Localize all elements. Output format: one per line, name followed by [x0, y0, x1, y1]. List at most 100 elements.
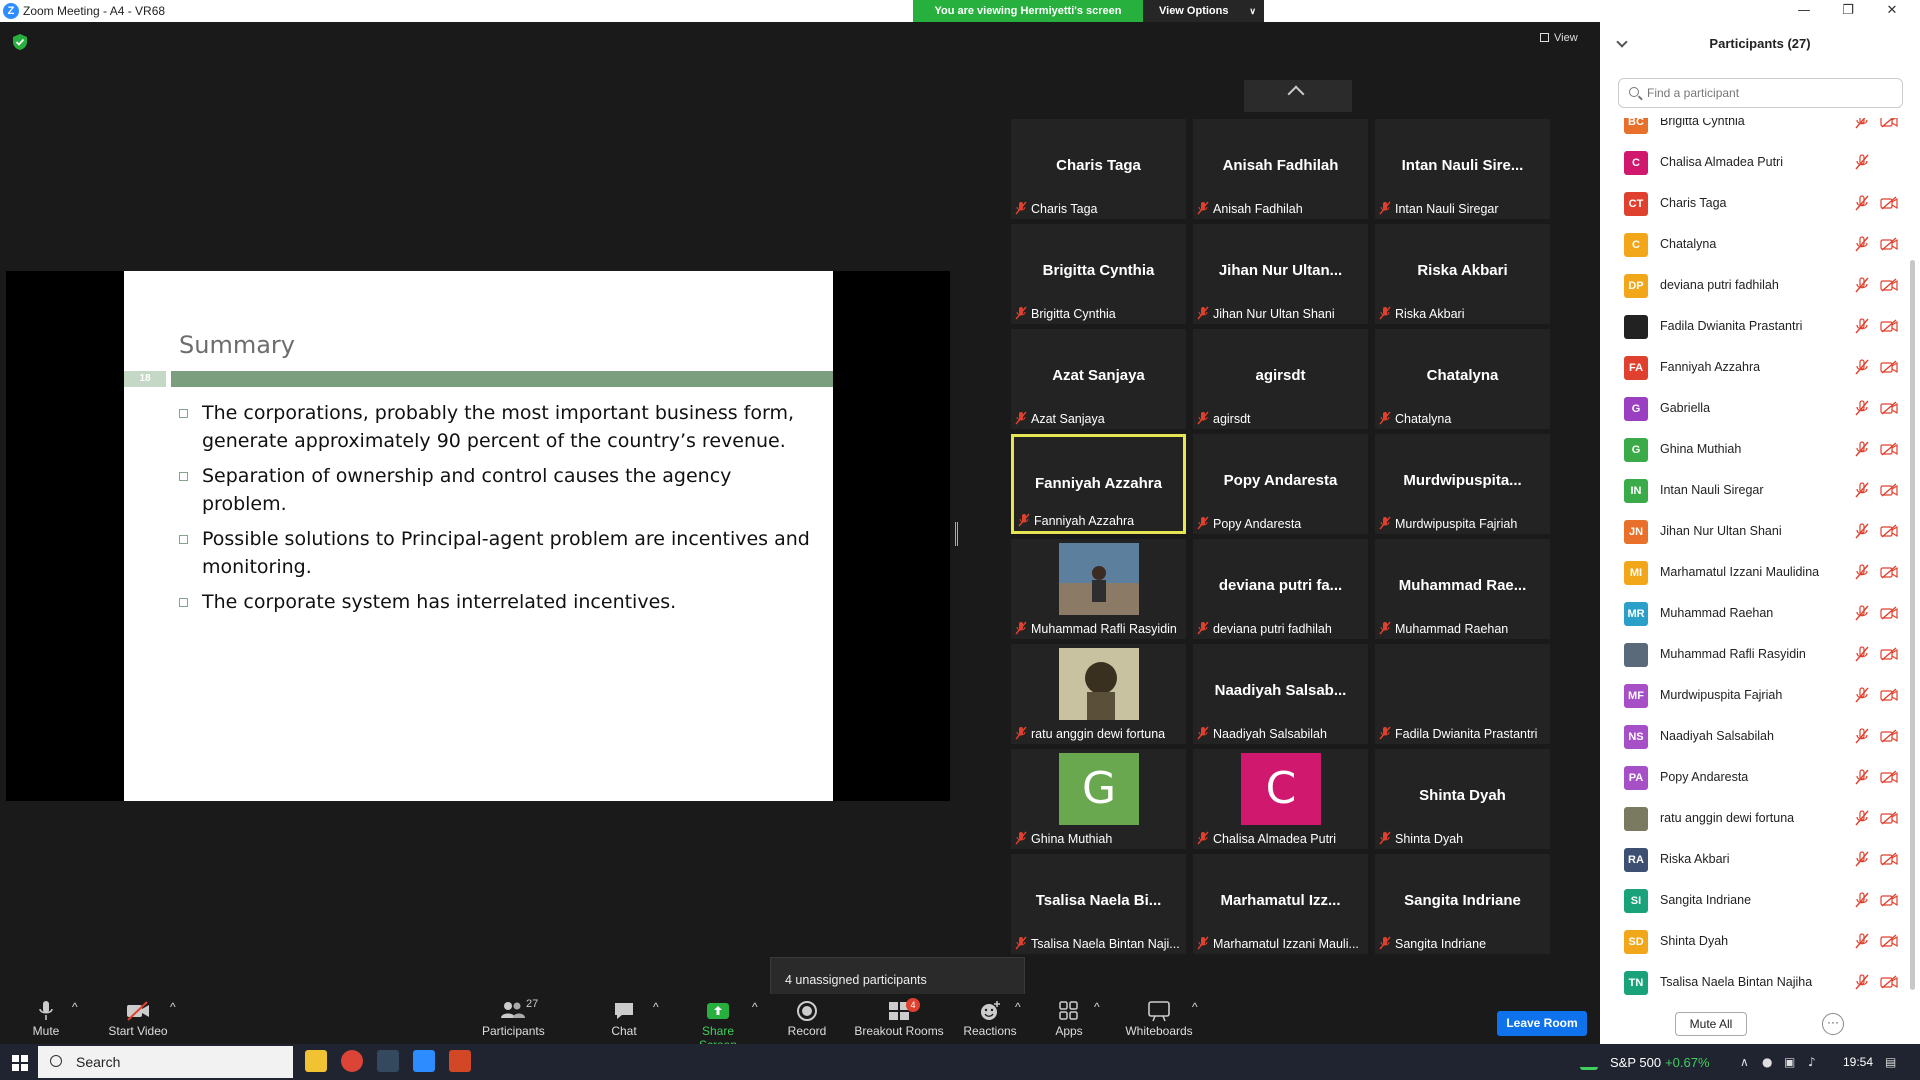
video-tile[interactable]: Murdwipuspita... Murdwipuspita Fajriah	[1375, 434, 1550, 534]
muted-mic-icon[interactable]	[1855, 118, 1869, 129]
stock-ticker[interactable]: S&P 500 +0.67%	[1610, 1055, 1710, 1070]
muted-mic-icon[interactable]	[1855, 523, 1869, 539]
video-tile[interactable]: Fadila Dwianita Prastantri	[1375, 644, 1550, 744]
video-off-icon[interactable]	[1880, 729, 1898, 743]
start-video-button[interactable]: Start Video	[106, 1000, 170, 1038]
video-off-icon[interactable]	[1880, 852, 1898, 866]
participant-row[interactable]: DP deviana putri fadhilah	[1600, 265, 1905, 306]
muted-mic-icon[interactable]	[1855, 687, 1869, 703]
participant-row[interactable]: JN Jihan Nur Ultan Shani	[1600, 511, 1905, 552]
muted-mic-icon[interactable]	[1855, 851, 1869, 867]
video-tile[interactable]: Popy Andaresta Popy Andaresta	[1193, 434, 1368, 534]
taskbar-search-box[interactable]: Search	[38, 1046, 293, 1078]
video-tile[interactable]: Muhammad Rafli Rasyidin	[1011, 539, 1186, 639]
muted-mic-icon[interactable]	[1855, 892, 1869, 908]
participant-search-input[interactable]: Find a participant	[1618, 78, 1903, 108]
participant-row[interactable]: SI Sangita Indriane	[1600, 880, 1905, 921]
record-button[interactable]: Record	[787, 1000, 827, 1038]
video-off-icon[interactable]	[1880, 319, 1898, 333]
leave-room-button[interactable]: Leave Room	[1497, 1011, 1587, 1036]
video-off-icon[interactable]	[1880, 975, 1898, 989]
close-button[interactable]: ✕	[1870, 1, 1914, 21]
video-off-icon[interactable]	[1880, 893, 1898, 907]
video-tile[interactable]: Azat Sanjaya Azat Sanjaya	[1011, 329, 1186, 429]
video-tile[interactable]: Shinta Dyah Shinta Dyah	[1375, 749, 1550, 849]
participant-row[interactable]: C Chalisa Almadea Putri	[1600, 142, 1905, 183]
muted-mic-icon[interactable]	[1855, 564, 1869, 580]
participant-row[interactable]: MR Muhammad Raehan	[1600, 593, 1905, 634]
video-off-icon[interactable]	[1880, 278, 1898, 292]
video-tile[interactable]: Brigitta Cynthia Brigitta Cynthia	[1011, 224, 1186, 324]
more-options-button[interactable]: ···	[1822, 1013, 1844, 1035]
participant-row[interactable]: MF Murdwipuspita Fajriah	[1600, 675, 1905, 716]
video-off-icon[interactable]	[1880, 934, 1898, 948]
muted-mic-icon[interactable]	[1855, 605, 1869, 621]
gallery-page-up-button[interactable]	[1244, 80, 1352, 112]
video-tile[interactable]: Fanniyah Azzahra Fanniyah Azzahra	[1011, 434, 1186, 534]
video-off-icon[interactable]	[1880, 565, 1898, 579]
muted-mic-icon[interactable]	[1855, 810, 1869, 826]
video-options-caret-icon[interactable]: ^	[170, 1000, 176, 1014]
muted-mic-icon[interactable]	[1855, 318, 1869, 334]
video-off-icon[interactable]	[1880, 196, 1898, 210]
participants-button[interactable]: 27 Participants	[482, 998, 545, 1038]
participant-row[interactable]: G Ghina Muthiah	[1600, 429, 1905, 470]
participant-row[interactable]: NS Naadiyah Salsabilah	[1600, 716, 1905, 757]
whiteboards-caret-icon[interactable]: ^	[1192, 1000, 1198, 1014]
split-resize-handle[interactable]	[955, 522, 958, 546]
participant-row[interactable]: IN Intan Nauli Siregar	[1600, 470, 1905, 511]
mute-all-button[interactable]: Mute All	[1675, 1012, 1747, 1036]
muted-mic-icon[interactable]	[1855, 195, 1869, 211]
video-tile[interactable]: Riska Akbari Riska Akbari	[1375, 224, 1550, 324]
video-tile[interactable]: deviana putri fa... deviana putri fadhila…	[1193, 539, 1368, 639]
video-off-icon[interactable]	[1880, 647, 1898, 661]
participant-list-scrollbar[interactable]	[1910, 260, 1915, 990]
video-off-icon[interactable]	[1880, 118, 1898, 128]
view-layout-button[interactable]: View	[1540, 32, 1578, 44]
video-tile[interactable]: C Chalisa Almadea Putri	[1193, 749, 1368, 849]
participant-row[interactable]: Fadila Dwianita Prastantri	[1600, 306, 1905, 347]
notification-icon[interactable]: ▤	[1885, 1055, 1896, 1069]
participant-row[interactable]: BC Brigitta Cynthia	[1600, 118, 1905, 142]
muted-mic-icon[interactable]	[1855, 441, 1869, 457]
video-off-icon[interactable]	[1880, 811, 1898, 825]
muted-mic-icon[interactable]	[1855, 728, 1869, 744]
powerpoint-icon[interactable]	[449, 1050, 471, 1072]
chat-caret-icon[interactable]: ^	[653, 1000, 659, 1014]
chat-button[interactable]: Chat	[604, 1000, 644, 1038]
video-off-icon[interactable]	[1880, 524, 1898, 538]
view-options-button[interactable]: View Options ∨	[1143, 0, 1264, 22]
share-caret-icon[interactable]: ^	[752, 1000, 758, 1014]
participant-row[interactable]: C Chatalyna	[1600, 224, 1905, 265]
minimize-button[interactable]: —	[1782, 1, 1826, 21]
video-tile[interactable]: Jihan Nur Ultan... Jihan Nur Ultan Shani	[1193, 224, 1368, 324]
video-off-icon[interactable]	[1880, 442, 1898, 456]
video-off-icon[interactable]	[1880, 688, 1898, 702]
reactions-button[interactable]: Reactions	[962, 1000, 1018, 1038]
participant-row[interactable]: Muhammad Rafli Rasyidin	[1600, 634, 1905, 675]
participant-row[interactable]: RA Riska Akbari	[1600, 839, 1905, 880]
video-tile[interactable]: Marhamatul Izz... Marhamatul Izzani Mauli…	[1193, 854, 1368, 954]
windows-start-icon[interactable]	[12, 1055, 28, 1071]
tray-app-icon[interactable]: ●	[1762, 1055, 1772, 1069]
apps-caret-icon[interactable]: ^	[1094, 1000, 1100, 1014]
participant-row[interactable]: TN Tsalisa Naela Bintan Najiha	[1600, 962, 1905, 1003]
muted-mic-icon[interactable]	[1855, 482, 1869, 498]
video-off-icon[interactable]	[1880, 401, 1898, 415]
video-off-icon[interactable]	[1880, 237, 1898, 251]
video-tile[interactable]: Naadiyah Salsab... Naadiyah Salsabilah	[1193, 644, 1368, 744]
participant-row[interactable]: CT Charis Taga	[1600, 183, 1905, 224]
participant-row[interactable]: PA Popy Andaresta	[1600, 757, 1905, 798]
shield-icon[interactable]	[12, 33, 28, 51]
video-off-icon[interactable]	[1880, 770, 1898, 784]
muted-mic-icon[interactable]	[1855, 933, 1869, 949]
muted-mic-icon[interactable]	[1855, 646, 1869, 662]
video-off-icon[interactable]	[1880, 606, 1898, 620]
muted-mic-icon[interactable]	[1855, 769, 1869, 785]
network-icon[interactable]: ▣	[1784, 1055, 1795, 1069]
participant-row[interactable]: G Gabriella	[1600, 388, 1905, 429]
breakout-rooms-button[interactable]: 4 Breakout Rooms	[852, 998, 946, 1038]
video-tile[interactable]: Tsalisa Naela Bi... Tsalisa Naela Bintan …	[1011, 854, 1186, 954]
participant-row[interactable]: FA Fanniyah Azzahra	[1600, 347, 1905, 388]
mute-button[interactable]: Mute	[26, 1000, 66, 1038]
